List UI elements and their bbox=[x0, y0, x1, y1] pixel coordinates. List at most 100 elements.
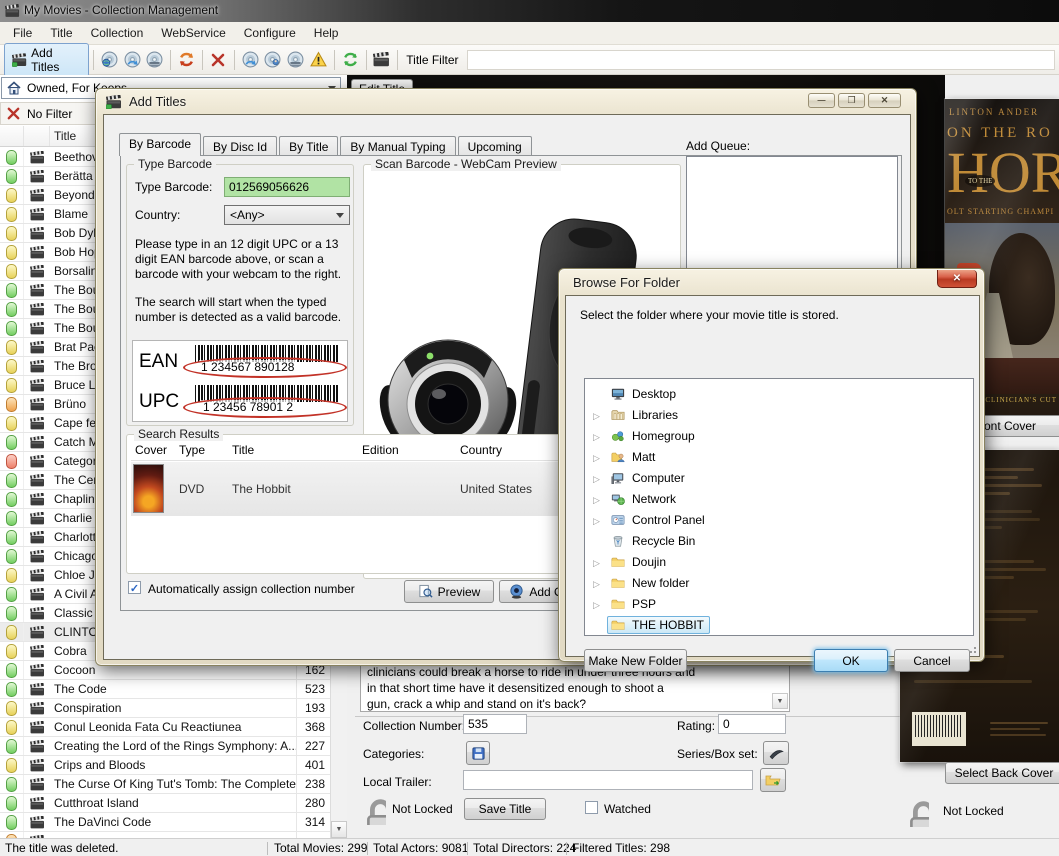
expand-arrow-icon[interactable] bbox=[593, 576, 607, 590]
series-box-set-button[interactable] bbox=[763, 741, 789, 765]
lock-open-icon[interactable] bbox=[358, 795, 386, 825]
movie-number: 227 bbox=[296, 737, 330, 755]
close-button[interactable] bbox=[868, 93, 901, 108]
select-back-cover-button[interactable]: Select Back Cover bbox=[945, 762, 1059, 784]
expand-arrow-icon[interactable] bbox=[593, 513, 607, 527]
menu-item[interactable]: Title bbox=[41, 23, 81, 43]
disc-user-icon[interactable] bbox=[262, 49, 285, 71]
preview-button[interactable]: Preview bbox=[404, 580, 494, 603]
tree-row[interactable]: Doujin bbox=[585, 551, 973, 572]
tree-row[interactable]: Homegroup bbox=[585, 425, 973, 446]
expand-arrow-icon[interactable] bbox=[593, 408, 607, 422]
refresh-icon[interactable] bbox=[339, 49, 362, 71]
tab[interactable]: By Barcode bbox=[119, 133, 201, 156]
menu-item[interactable]: WebService bbox=[152, 23, 234, 43]
movie-list-row[interactable]: Conspiration 193 bbox=[0, 699, 330, 718]
tab[interactable]: By Manual Typing bbox=[340, 136, 455, 156]
tree-row[interactable]: Matt bbox=[585, 446, 973, 467]
disc-stack-icon[interactable] bbox=[284, 49, 307, 71]
disc-title-icon[interactable] bbox=[121, 49, 144, 71]
save-title-button[interactable]: Save Title bbox=[464, 798, 546, 820]
warning-icon[interactable] bbox=[307, 49, 330, 71]
scroll-down-button[interactable] bbox=[331, 821, 347, 838]
movie-list-row[interactable]: Creating the Lord of the Rings Symphony:… bbox=[0, 737, 330, 756]
expand-arrow-icon[interactable] bbox=[593, 450, 607, 464]
movie-list-row[interactable]: Crips and Bloods 401 bbox=[0, 756, 330, 775]
expand-arrow-icon[interactable] bbox=[593, 555, 607, 569]
webcam-icon bbox=[509, 584, 524, 599]
clapperboard-icon[interactable] bbox=[371, 49, 394, 71]
import-disc-icon[interactable] bbox=[98, 49, 121, 71]
auto-assign-checkbox[interactable] bbox=[128, 581, 141, 594]
movie-list-row[interactable]: Conul Leonida Fata Cu Reactiunea 368 bbox=[0, 718, 330, 737]
tree-row[interactable]: Network bbox=[585, 488, 973, 509]
barcode-input[interactable]: 012569056626 bbox=[224, 177, 350, 197]
expand-arrow-icon[interactable] bbox=[593, 429, 607, 443]
categories-button[interactable] bbox=[466, 741, 490, 765]
delete-title-icon[interactable] bbox=[207, 49, 230, 71]
make-new-folder-button[interactable]: Make New Folder bbox=[584, 649, 687, 672]
minimize-button[interactable] bbox=[808, 93, 835, 108]
tree-row[interactable]: Desktop bbox=[585, 383, 973, 404]
sync-icon[interactable] bbox=[175, 49, 198, 71]
column-header[interactable]: Title bbox=[232, 443, 254, 457]
local-trailer-field[interactable] bbox=[463, 770, 753, 790]
ok-button[interactable]: OK bbox=[814, 649, 888, 672]
clapperboard-icon bbox=[30, 759, 45, 772]
folder-icon bbox=[610, 576, 626, 590]
menu-item[interactable]: Collection bbox=[82, 23, 153, 43]
clapperboard-icon bbox=[30, 227, 45, 240]
total-actors: Total Actors: 9081 bbox=[373, 841, 468, 855]
tab[interactable]: Upcoming bbox=[458, 136, 532, 156]
cover-lock-status: Not Locked bbox=[943, 804, 1004, 818]
expand-arrow-icon[interactable] bbox=[593, 597, 607, 611]
rating-field[interactable]: 0 bbox=[718, 714, 786, 734]
tree-row[interactable]: PSP bbox=[585, 593, 973, 614]
menu-item[interactable]: Configure bbox=[235, 23, 305, 43]
tab[interactable]: By Disc Id bbox=[203, 136, 277, 156]
column-header[interactable]: Type bbox=[179, 443, 205, 457]
column-header[interactable]: Edition bbox=[362, 443, 399, 457]
cancel-button[interactable]: Cancel bbox=[894, 649, 970, 672]
disc-copy-icon[interactable] bbox=[144, 49, 167, 71]
tree-row[interactable]: Recycle Bin bbox=[585, 530, 973, 551]
title-filter-input[interactable] bbox=[467, 50, 1056, 70]
movie-list-row[interactable]: The Code 523 bbox=[0, 680, 330, 699]
description-box[interactable]: clinicians could break a horse to ride i… bbox=[360, 662, 790, 712]
watched-checkbox[interactable] bbox=[585, 801, 598, 814]
lock-open-icon[interactable] bbox=[901, 797, 929, 827]
house-icon bbox=[6, 80, 22, 96]
tree-row[interactable]: Computer bbox=[585, 467, 973, 488]
close-button[interactable] bbox=[937, 270, 977, 288]
series-swoosh-icon bbox=[768, 745, 785, 762]
description-scroll-down[interactable] bbox=[772, 693, 788, 709]
tree-row[interactable]: THE HOBBIT bbox=[585, 614, 973, 635]
tree-row[interactable]: Libraries bbox=[585, 404, 973, 425]
tree-row[interactable]: Control Panel bbox=[585, 509, 973, 530]
collection-number-field[interactable]: 535 bbox=[463, 714, 527, 734]
add-titles-button[interactable]: Add Titles bbox=[4, 43, 89, 77]
series-box-set-label: Series/Box set: bbox=[677, 747, 758, 761]
movie-number: 193 bbox=[296, 699, 330, 717]
status-pill-icon bbox=[6, 283, 17, 298]
clapperboard-icon bbox=[30, 303, 45, 316]
maximize-button[interactable] bbox=[838, 93, 865, 108]
clapperboard-icon bbox=[30, 455, 45, 468]
expand-arrow-icon[interactable] bbox=[593, 492, 607, 506]
menu-item[interactable]: File bbox=[4, 23, 41, 43]
menu-item[interactable]: Help bbox=[305, 23, 348, 43]
column-header[interactable]: Country bbox=[460, 443, 502, 457]
disc-refresh-icon[interactable] bbox=[239, 49, 262, 71]
movie-list-row[interactable]: The Curse Of King Tut's Tomb: The Comple… bbox=[0, 775, 330, 794]
status-pill-icon bbox=[6, 359, 17, 374]
country-select[interactable]: <Any> bbox=[224, 205, 350, 225]
movie-list-row[interactable]: The DaVinci Code 314 bbox=[0, 813, 330, 832]
tab[interactable]: By Title bbox=[279, 136, 338, 156]
movie-list-row[interactable]: Cutthroat Island 280 bbox=[0, 794, 330, 813]
browse-trailer-button[interactable] bbox=[760, 768, 786, 792]
status-pill-icon bbox=[6, 397, 17, 412]
status-pill-icon bbox=[6, 739, 17, 754]
column-header[interactable]: Cover bbox=[135, 443, 167, 457]
expand-arrow-icon[interactable] bbox=[593, 471, 607, 485]
tree-row[interactable]: New folder bbox=[585, 572, 973, 593]
